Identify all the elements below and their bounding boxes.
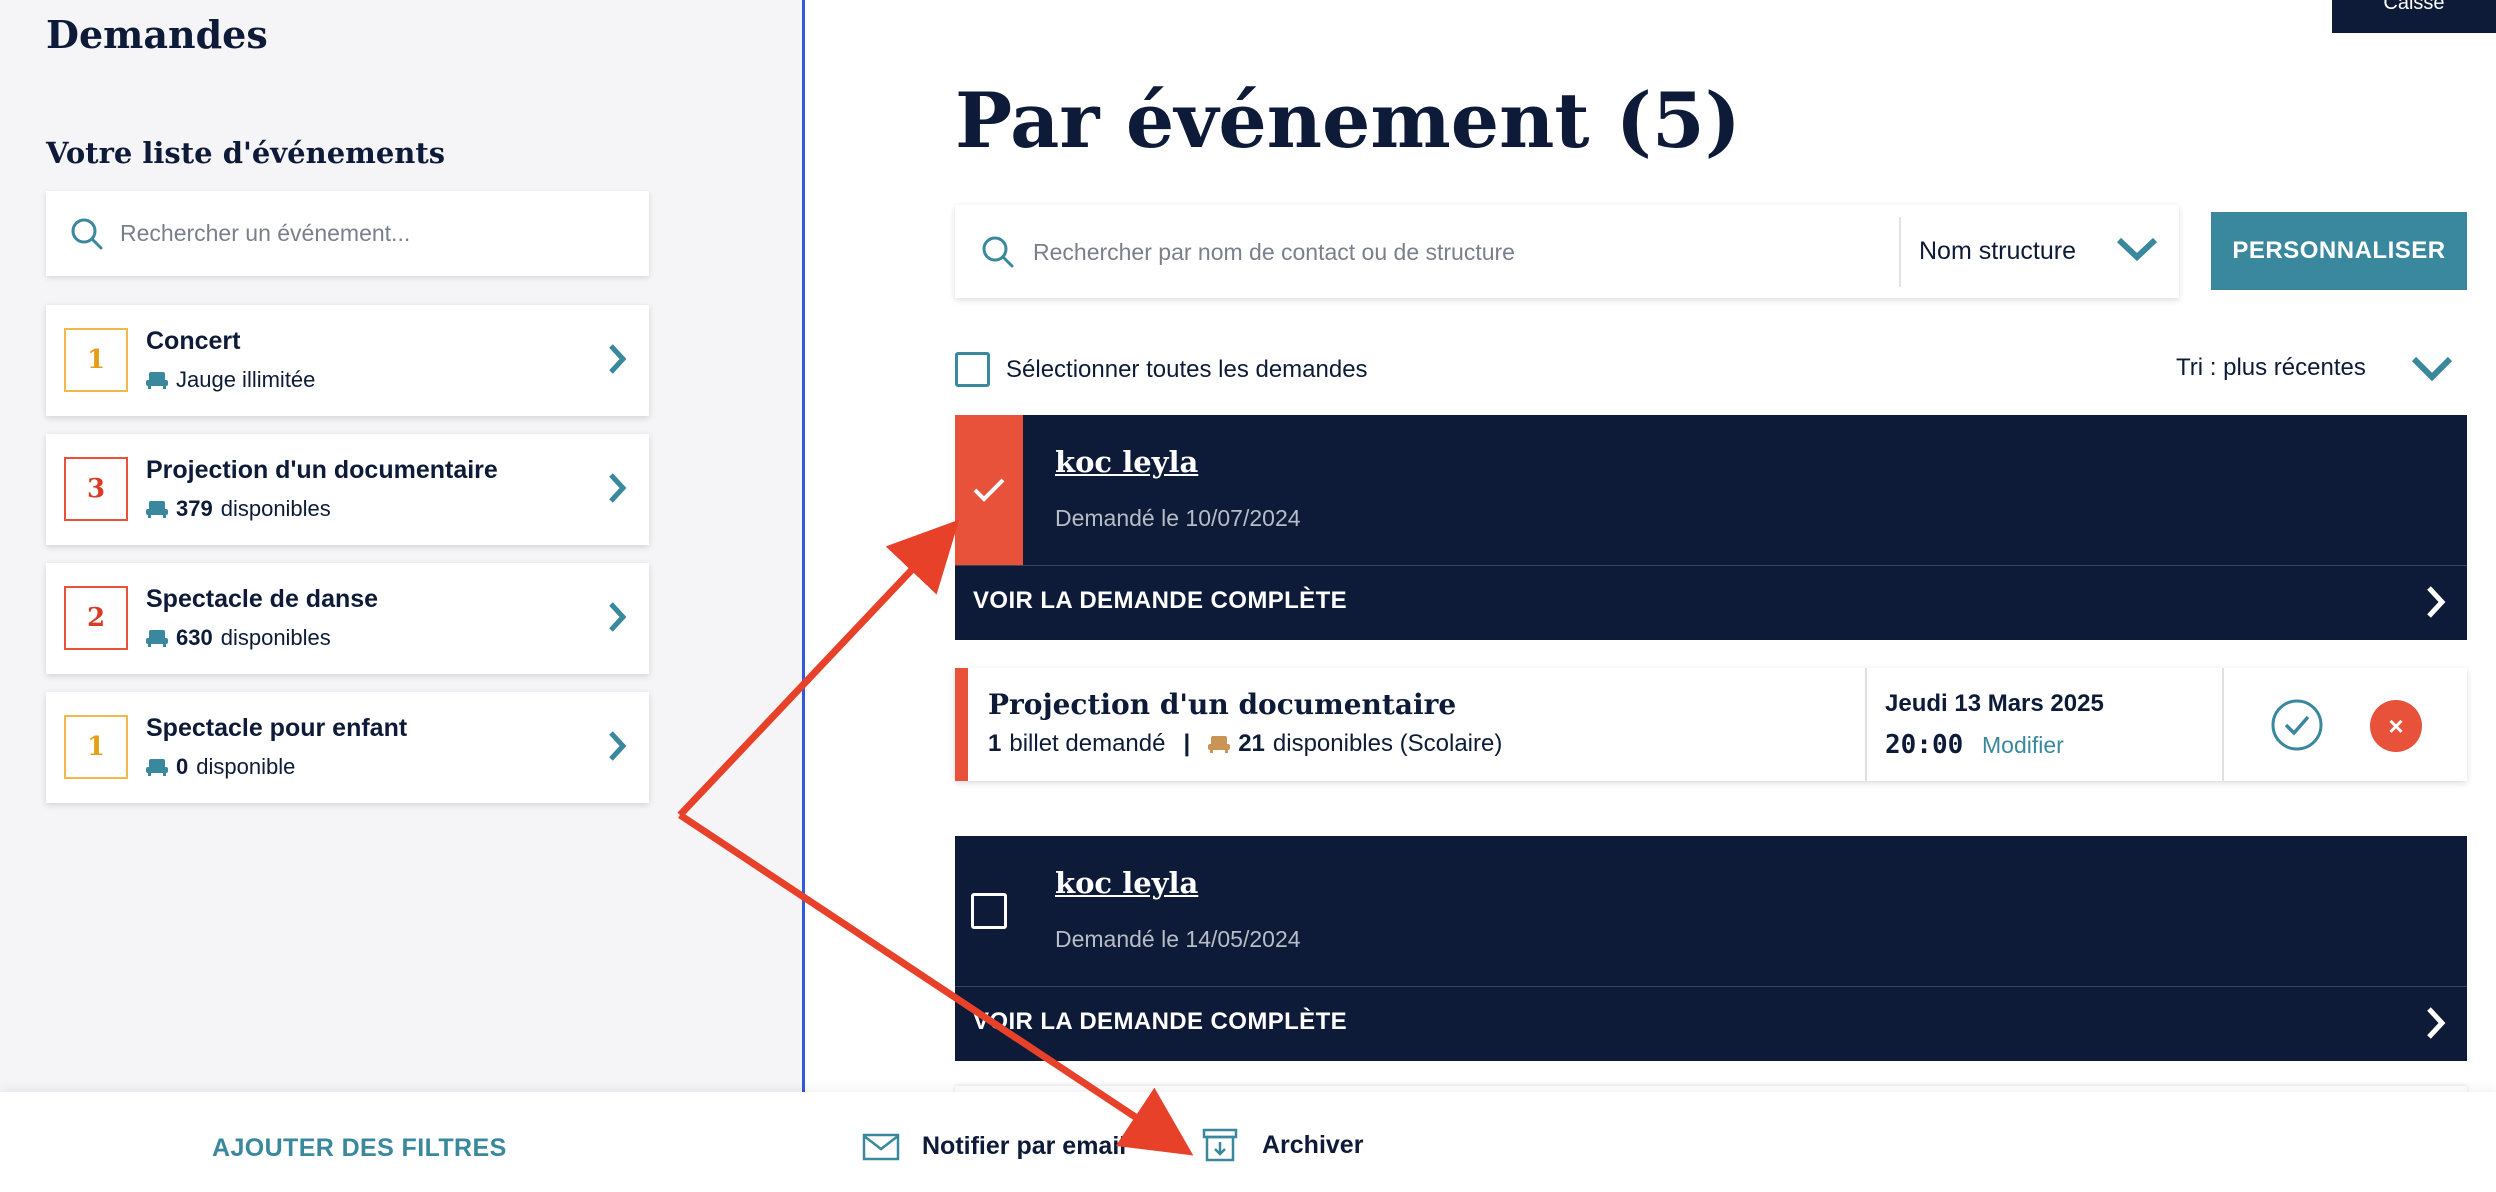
event-card-enfant[interactable]: 1 Spectacle pour enfant 0 disponible (46, 692, 649, 803)
add-filters-button[interactable]: AJOUTER DES FILTRES (212, 1134, 507, 1163)
chevron-right-icon[interactable] (2425, 1006, 2447, 1040)
view-full-request-link[interactable]: VOIR LA DEMANDE COMPLÈTE (973, 1008, 1347, 1036)
request-date: Demandé le 14/05/2024 (1055, 926, 1301, 952)
caisse-button[interactable]: Caisse (2332, 0, 2496, 33)
contact-name-link[interactable]: koc leyla (1055, 445, 1198, 479)
seat-icon (1208, 736, 1231, 753)
request-count-badge: 1 (64, 328, 128, 392)
seat-icon (146, 630, 168, 647)
tickets-info: 1 billet demandé | 21 disponibles (Scola… (988, 730, 1502, 758)
available-count: 0 (176, 754, 189, 779)
event-name: Concert (146, 327, 241, 355)
available-label: disponibles (Scolaire) (1272, 730, 1503, 757)
view-full-request-link[interactable]: VOIR LA DEMANDE COMPLÈTE (973, 587, 1347, 615)
info-separator: | (1183, 730, 1191, 757)
request-checkbox[interactable] (955, 836, 1023, 986)
checkbox-box (971, 893, 1007, 929)
event-search-placeholder: Rechercher un événement... (120, 220, 411, 246)
chevron-right-icon (609, 602, 627, 632)
detail-event-name: Projection d'un documentaire (988, 688, 1457, 721)
reject-close-icon[interactable]: × (2370, 700, 2422, 752)
event-capacity: 379 disponibles (146, 496, 331, 522)
request-search-bar: Rechercher par nom de contact ou de stru… (955, 205, 2179, 298)
chevron-down-icon[interactable] (2115, 235, 2159, 263)
request-count-badge: 2 (64, 586, 128, 650)
chevron-right-icon (609, 344, 627, 374)
request-search-input[interactable]: Rechercher par nom de contact ou de stru… (1033, 239, 1515, 266)
event-card-danse[interactable]: 2 Spectacle de danse 630 disponibles (46, 563, 649, 674)
sidebar-title: Demandes (46, 12, 268, 57)
request-count-badge: 3 (64, 457, 128, 521)
chevron-right-icon (609, 473, 627, 503)
modify-session-link[interactable]: Modifier (1982, 732, 2064, 759)
search-separator (1899, 217, 1901, 287)
event-capacity-label: disponibles (220, 496, 331, 521)
event-capacity-label: disponibles (220, 625, 331, 650)
event-capacity-label: Jauge illimitée (176, 367, 316, 392)
column-separator (1865, 668, 1867, 781)
notify-email-label: Notifier par email (922, 1132, 1127, 1160)
event-name: Spectacle de danse (146, 585, 379, 613)
tickets-count: 1 (988, 730, 1002, 757)
event-capacity: Jauge illimitée (146, 367, 315, 393)
request-checkbox-checked[interactable] (955, 415, 1023, 565)
column-separator (2222, 668, 2224, 781)
event-name: Spectacle pour enfant (146, 714, 408, 742)
chevron-right-icon (609, 731, 627, 761)
event-card-projection[interactable]: 3 Projection d'un documentaire 379 dispo… (46, 434, 649, 545)
available-count: 630 (176, 625, 213, 650)
seat-icon (146, 372, 168, 389)
sidebar: Demandes Votre liste d'événements Recher… (0, 0, 803, 1092)
notify-email-button[interactable]: Notifier par email (862, 1132, 1126, 1161)
accept-check-icon[interactable] (2270, 698, 2324, 752)
available-count: 21 (1238, 730, 1265, 757)
available-count: 379 (176, 496, 213, 521)
select-all-requests[interactable]: Sélectionner toutes les demandes (955, 352, 1368, 387)
event-card-concert[interactable]: 1 Concert Jauge illimitée (46, 305, 649, 416)
search-icon (71, 218, 103, 249)
event-capacity-label: disponible (196, 754, 296, 779)
chevron-right-icon[interactable] (2425, 585, 2447, 619)
request-count-badge: 1 (64, 715, 128, 779)
request-card: koc leyla Demandé le 14/05/2024 VOIR LA … (955, 836, 2467, 1061)
events-list-heading: Votre liste d'événements (46, 136, 446, 170)
session-day: Jeudi 13 Mars 2025 (1885, 690, 2104, 717)
seat-icon (146, 501, 168, 518)
request-date: Demandé le 10/07/2024 (1055, 505, 1301, 531)
card-divider (955, 986, 2467, 987)
card-divider (955, 565, 2467, 566)
panel-divider (802, 0, 805, 1192)
seat-icon (146, 759, 168, 776)
check-icon (973, 478, 1005, 502)
chevron-down-icon[interactable] (2410, 352, 2454, 384)
archive-button[interactable]: Archiver (1202, 1128, 1363, 1162)
contact-name-link[interactable]: koc leyla (1055, 866, 1198, 900)
event-capacity: 630 disponibles (146, 625, 331, 651)
archive-label: Archiver (1262, 1130, 1364, 1159)
request-event-line: Projection d'un documentaire 1 billet de… (955, 668, 2467, 781)
event-capacity: 0 disponible (146, 754, 295, 780)
select-all-label: Sélectionner toutes les demandes (1006, 355, 1368, 383)
mail-icon (862, 1133, 900, 1160)
select-all-checkbox[interactable] (955, 352, 990, 387)
search-field-select[interactable]: Nom structure (1919, 237, 2076, 266)
tickets-label: billet demandé (1009, 730, 1166, 757)
search-icon (982, 236, 1014, 268)
archive-icon (1202, 1128, 1238, 1162)
event-name: Projection d'un documentaire (146, 456, 498, 484)
status-bar (955, 668, 968, 781)
page-title: Par événement (5) (955, 76, 1741, 165)
request-card: koc leyla Demandé le 10/07/2024 VOIR LA … (955, 415, 2467, 640)
customize-button[interactable]: PERSONNALISER (2211, 212, 2467, 290)
event-search-input[interactable]: Rechercher un événement... (46, 191, 649, 276)
sort-select[interactable]: Tri : plus récentes (2176, 354, 2366, 382)
session-time: 20:00 (1885, 730, 1964, 760)
